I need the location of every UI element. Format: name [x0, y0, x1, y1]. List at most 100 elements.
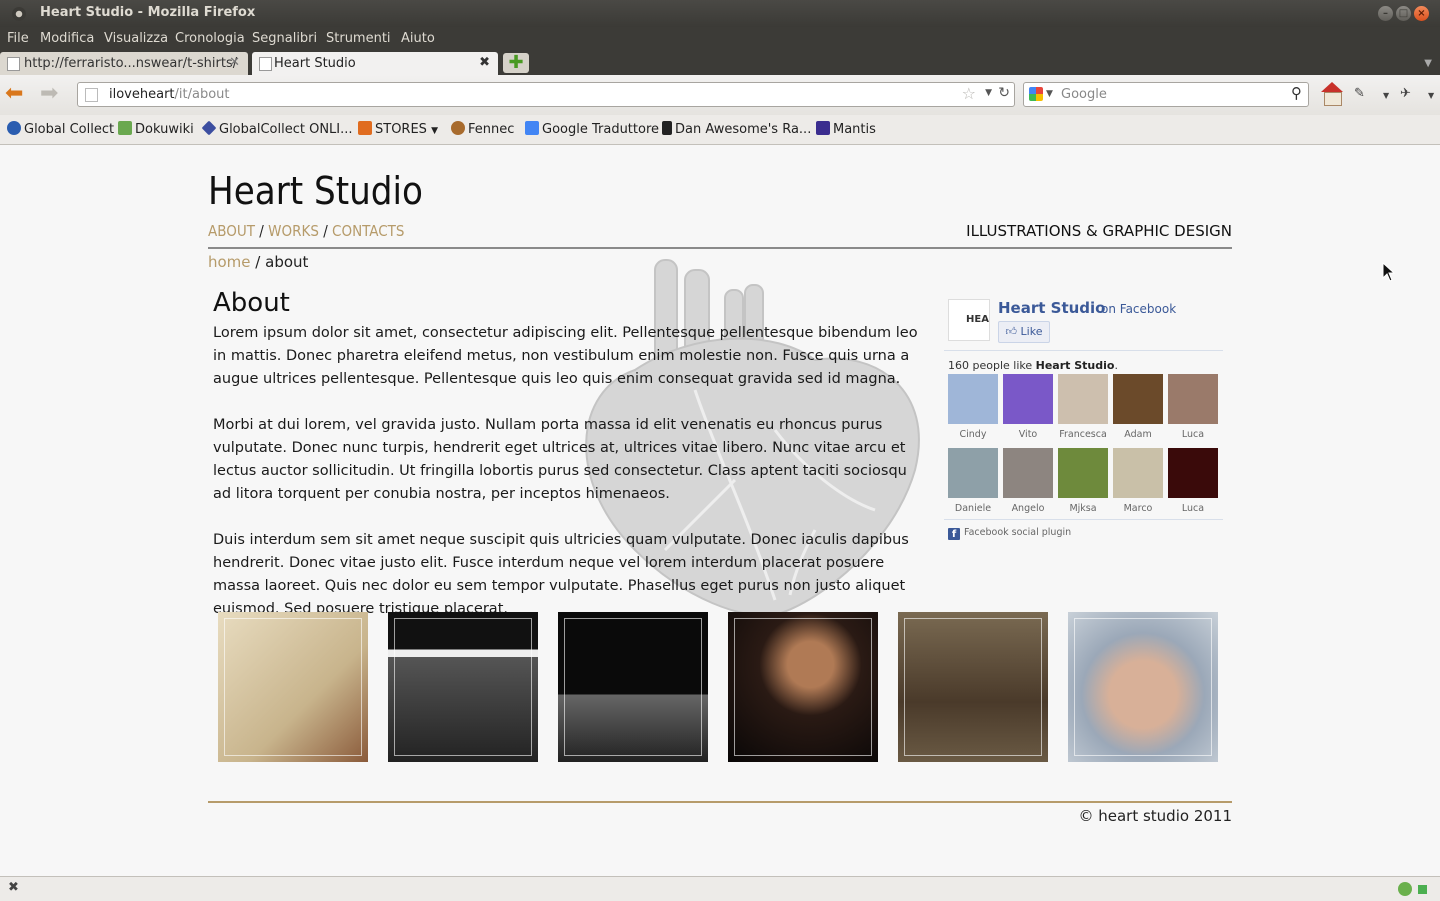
- nav-works[interactable]: WORKS: [268, 222, 319, 240]
- search-icon[interactable]: ⚲: [1291, 84, 1302, 102]
- bookmark-global-collect[interactable]: Global Collect: [7, 121, 114, 137]
- thumbs-up-icon: 👍︎: [1005, 325, 1018, 338]
- mantis-icon: [816, 121, 830, 135]
- menu-strumenti[interactable]: Strumenti: [326, 31, 391, 46]
- home-icon[interactable]: [1320, 82, 1344, 106]
- close-tab-icon[interactable]: ✕: [229, 55, 240, 70]
- close-window-button[interactable]: ×: [1414, 6, 1429, 21]
- window-titlebar: Heart Studio - Mozilla Firefox – □ ×: [0, 0, 1440, 27]
- site-tagline: ILLUSTRATIONS & GRAPHIC DESIGN: [966, 222, 1232, 240]
- fan-name[interactable]: Francesca: [1055, 429, 1111, 440]
- back-arrow-icon[interactable]: ⬅: [5, 83, 31, 105]
- window-menu-icon[interactable]: [12, 7, 26, 21]
- addon-indicator-icon[interactable]: [1418, 885, 1427, 894]
- about-paragraph-3: Duis interdum sem sit amet neque suscipi…: [213, 532, 909, 617]
- addon-bug-icon[interactable]: ✈: [1400, 86, 1411, 101]
- fb-social-plugin[interactable]: f Facebook social plugin: [948, 527, 1071, 540]
- diamond-icon: [201, 120, 217, 136]
- url-bar[interactable]: iloveheart/it/about ☆ ▼ ↻: [77, 82, 1015, 107]
- fan-avatar[interactable]: [948, 374, 998, 424]
- gallery-thumb-logo[interactable]: [558, 612, 708, 762]
- nav-contacts[interactable]: CONTACTS: [332, 222, 404, 240]
- reload-icon[interactable]: ↻: [998, 85, 1010, 101]
- bookmark-mantis[interactable]: Mantis: [816, 121, 876, 137]
- search-placeholder: Google: [1061, 87, 1107, 102]
- fan-name[interactable]: Luca: [1165, 503, 1221, 514]
- new-tab-button[interactable]: ✚: [503, 53, 529, 73]
- forward-arrow-icon[interactable]: ➡: [40, 83, 66, 105]
- close-addon-bar-icon[interactable]: ✖: [8, 880, 19, 895]
- fb-page-name[interactable]: Heart Studio: [998, 299, 1105, 317]
- fan-avatar[interactable]: [1168, 374, 1218, 424]
- bookmark-fennec[interactable]: Fennec: [451, 121, 514, 137]
- search-bar[interactable]: ▼ Google ⚲: [1023, 82, 1309, 107]
- fan-name[interactable]: Adam: [1110, 429, 1166, 440]
- gallery-thumb-guitarist[interactable]: [728, 612, 878, 762]
- fb-on-facebook[interactable]: on Facebook: [1101, 302, 1176, 316]
- history-dropdown-icon[interactable]: ▼: [985, 88, 992, 98]
- fan-name[interactable]: Mjksa: [1055, 503, 1111, 514]
- fan-name[interactable]: Angelo: [1000, 503, 1056, 514]
- bookmarks-toolbar: Global Collect Dokuwiki GlobalCollect ON…: [0, 115, 1440, 145]
- addon-tool-icon[interactable]: ✎: [1354, 86, 1365, 101]
- about-paragraph-2: Morbi at dui lorem, vel gravida justo. N…: [213, 417, 907, 502]
- fan-avatar[interactable]: [1168, 448, 1218, 498]
- google-engine-icon[interactable]: [1029, 87, 1043, 101]
- menu-visualizza[interactable]: Visualizza: [104, 31, 168, 46]
- fan-avatar[interactable]: [1058, 374, 1108, 424]
- copyright: © heart studio 2011: [1078, 807, 1232, 825]
- gallery-thumb-poster[interactable]: [218, 612, 368, 762]
- engine-dropdown-icon[interactable]: ▼: [1046, 89, 1053, 99]
- breadcrumb: home / about: [208, 253, 308, 271]
- fan-avatar[interactable]: [1113, 448, 1163, 498]
- fan-avatar[interactable]: [948, 448, 998, 498]
- menu-segnalibri[interactable]: Segnalibri: [252, 31, 317, 46]
- bookmark-folder-stores[interactable]: STORES ▼: [358, 121, 438, 137]
- bookmark-star-icon[interactable]: ☆: [962, 84, 976, 103]
- fan-name[interactable]: Luca: [1165, 429, 1221, 440]
- addon-status-icon[interactable]: [1398, 882, 1412, 896]
- bookmark-globalcollect-online[interactable]: GlobalCollect ONLI...: [201, 120, 353, 137]
- breadcrumb-home[interactable]: home: [208, 253, 251, 271]
- bookmark-google-traduttore[interactable]: Google Traduttore: [525, 121, 659, 137]
- close-tab-icon[interactable]: ✖: [479, 55, 490, 70]
- fan-name[interactable]: Vito: [1000, 429, 1056, 440]
- tab-heart-studio[interactable]: Heart Studio ✖: [252, 52, 498, 75]
- nav-separator: /: [323, 222, 328, 240]
- gallery-thumb-portrait[interactable]: [1068, 612, 1218, 762]
- bookmark-dan-awesome[interactable]: Dan Awesome's Ra...: [662, 121, 811, 137]
- site-identity-icon[interactable]: [85, 88, 98, 102]
- fan-avatar[interactable]: [1113, 374, 1163, 424]
- chevron-down-icon: ▼: [431, 126, 438, 136]
- fan-name[interactable]: Marco: [1110, 503, 1166, 514]
- like-button[interactable]: 👍︎ Like: [998, 321, 1050, 343]
- menu-file[interactable]: File: [7, 31, 29, 46]
- gallery-thumb-studio[interactable]: [898, 612, 1048, 762]
- menu-aiuto[interactable]: Aiuto: [401, 31, 435, 46]
- tab-ferraristo[interactable]: http://ferraristo...nswear/t-shirts/ ✕: [0, 52, 248, 75]
- site-nav: ABOUT / WORKS / CONTACTS: [208, 222, 404, 240]
- nav-separator: /: [259, 222, 264, 240]
- minimize-button[interactable]: –: [1378, 6, 1393, 21]
- gallery-thumb-band[interactable]: [388, 612, 538, 762]
- menu-modifica[interactable]: Modifica: [40, 31, 94, 46]
- fan-name[interactable]: Daniele: [945, 503, 1001, 514]
- mouse-cursor-icon: [1382, 262, 1396, 282]
- chevron-down-icon[interactable]: ▼: [1383, 91, 1389, 100]
- breadcrumb-separator: /: [250, 253, 266, 271]
- url-text[interactable]: iloveheart/it/about: [109, 87, 230, 102]
- tab-label: http://ferraristo...nswear/t-shirts/: [24, 56, 238, 71]
- maximize-button[interactable]: □: [1396, 6, 1411, 21]
- tab-list-chevron-icon[interactable]: ▼: [1424, 58, 1432, 69]
- fan-avatar[interactable]: [1058, 448, 1108, 498]
- fan-avatar[interactable]: [1003, 448, 1053, 498]
- fan-avatar[interactable]: [1003, 374, 1053, 424]
- site-title[interactable]: Heart Studio: [208, 169, 423, 213]
- page-logo[interactable]: HEA: [948, 299, 990, 341]
- nav-about[interactable]: ABOUT: [208, 222, 255, 240]
- chevron-down-icon[interactable]: ▼: [1428, 91, 1434, 100]
- menu-cronologia[interactable]: Cronologia: [175, 31, 245, 46]
- window-title: Heart Studio - Mozilla Firefox: [40, 5, 256, 20]
- fan-name[interactable]: Cindy: [945, 429, 1001, 440]
- bookmark-dokuwiki[interactable]: Dokuwiki: [118, 121, 194, 137]
